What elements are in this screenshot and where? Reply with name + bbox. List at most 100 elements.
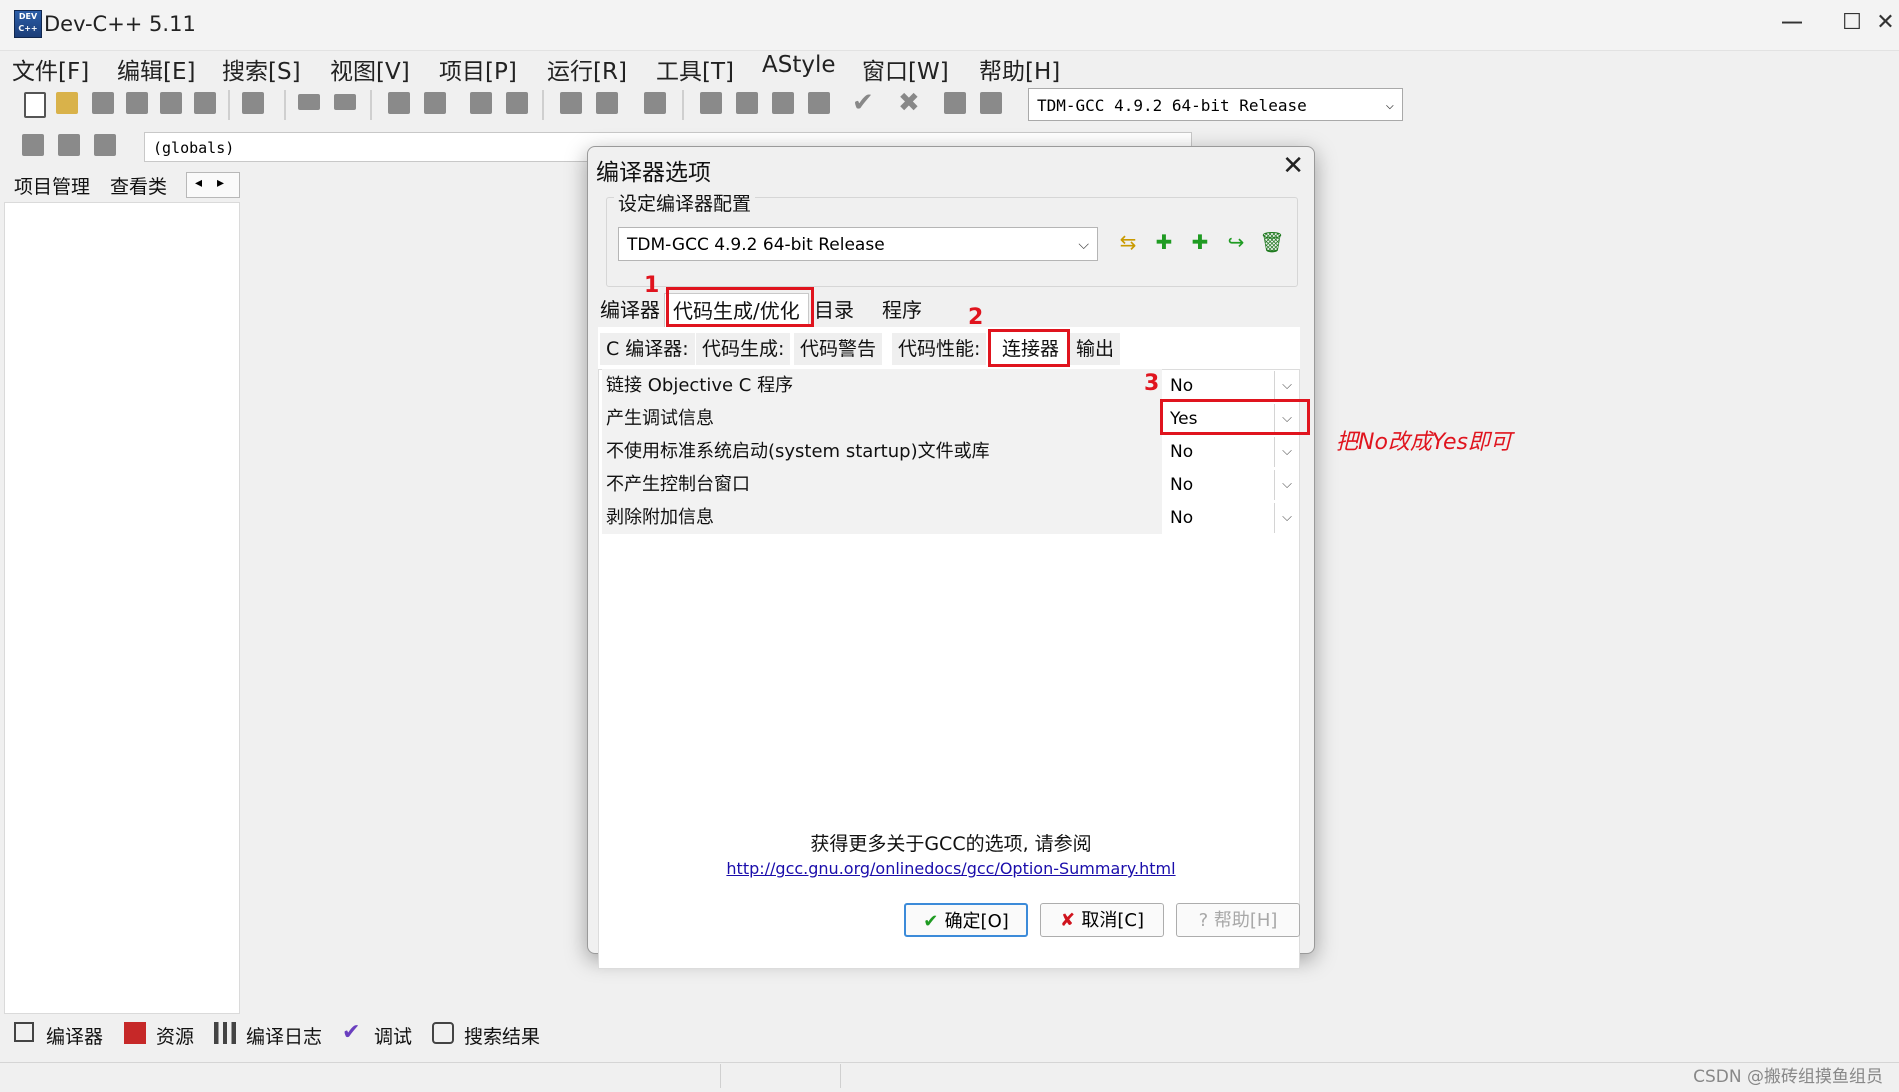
menu-search[interactable]: 搜索[S] bbox=[222, 52, 301, 86]
open-file-icon[interactable] bbox=[56, 92, 78, 114]
run-icon[interactable] bbox=[736, 92, 758, 114]
menu-tools[interactable]: 工具[T] bbox=[656, 52, 734, 86]
menu-file[interactable]: 文件[F] bbox=[12, 52, 89, 86]
check-icon[interactable]: ✔ bbox=[852, 90, 874, 116]
save-all-icon[interactable] bbox=[126, 92, 148, 114]
goto-icon[interactable] bbox=[470, 92, 492, 114]
tab-compiler[interactable]: 编译器 bbox=[46, 1022, 103, 1049]
tab-resources[interactable]: 资源 bbox=[156, 1022, 194, 1049]
new-file-icon[interactable] bbox=[24, 92, 46, 118]
cancel-button[interactable]: ✘ 取消[C] bbox=[1040, 903, 1164, 937]
close-all-icon[interactable] bbox=[194, 92, 216, 114]
chevron-down-icon[interactable]: ⌵ bbox=[1274, 470, 1299, 500]
tab-debug[interactable]: 调试 bbox=[374, 1022, 412, 1049]
row-label-no-console: 不产生控制台窗口 bbox=[602, 468, 1162, 501]
close-icon[interactable]: ✕ bbox=[1282, 151, 1304, 181]
dialog-title: 编译器选项 bbox=[596, 160, 711, 186]
annotation-number-2: 2 bbox=[968, 305, 984, 330]
subtab-c-compiler[interactable]: C 编译器: bbox=[600, 333, 695, 365]
window-title: Dev-C++ 5.11 bbox=[44, 12, 196, 36]
toolbar-separator bbox=[284, 90, 286, 120]
menu-window[interactable]: 窗口[W] bbox=[862, 52, 949, 86]
rename-config-icon[interactable]: ⇆ bbox=[1114, 227, 1142, 257]
config-group-label: 设定编译器配置 bbox=[614, 189, 756, 216]
delete-profile-icon[interactable] bbox=[980, 92, 1002, 114]
print-icon[interactable] bbox=[242, 92, 264, 114]
toggle-comment-icon[interactable] bbox=[644, 92, 666, 114]
add-empty-config-icon[interactable]: ✚ bbox=[1186, 227, 1214, 257]
row-value-no-startup[interactable]: No bbox=[1162, 437, 1274, 467]
subtab-performance[interactable]: 代码性能: bbox=[892, 333, 987, 365]
find-icon[interactable] bbox=[388, 92, 410, 114]
help-button-label: 帮助[H] bbox=[1213, 910, 1278, 931]
config-select[interactable]: TDM-GCC 4.9.2 64-bit Release ⌵ bbox=[618, 227, 1098, 261]
tab-programs[interactable]: 程序 bbox=[874, 293, 930, 327]
status-separator bbox=[840, 1064, 841, 1088]
annotation-note: 把No改成Yes即可 bbox=[1336, 430, 1512, 455]
close-window-button[interactable]: ✕ bbox=[1872, 8, 1899, 38]
compiler-select[interactable]: TDM-GCC 4.9.2 64-bit Release ⌵ bbox=[1028, 88, 1403, 121]
watermark: CSDN @搬砖组摸鱼组员 bbox=[1693, 1067, 1883, 1087]
chevron-down-icon: ⌵ bbox=[1078, 237, 1089, 253]
profile-icon[interactable] bbox=[944, 92, 966, 114]
indent-icon[interactable] bbox=[560, 92, 582, 114]
debug-check-icon: ✔ bbox=[342, 1020, 361, 1045]
chevron-down-icon[interactable]: ⌵ bbox=[1274, 371, 1299, 401]
toolbar-separator bbox=[228, 90, 230, 120]
row-value-no-console[interactable]: No bbox=[1162, 470, 1274, 500]
search-results-icon bbox=[432, 1022, 454, 1044]
insert-icon[interactable] bbox=[58, 134, 80, 156]
close-file-icon[interactable] bbox=[160, 92, 182, 114]
menu-run[interactable]: 运行[R] bbox=[547, 52, 627, 86]
stop-icon[interactable]: ✖ bbox=[898, 90, 920, 116]
compiler-options-dialog: 编译器选项 ✕ 设定编译器配置 TDM-GCC 4.9.2 64-bit Rel… bbox=[587, 146, 1315, 969]
row-label-link-objc: 链接 Objective C 程序 bbox=[602, 369, 1162, 402]
toolbar-separator bbox=[542, 90, 544, 120]
ok-button[interactable]: ✔ 确定[O] bbox=[904, 903, 1028, 937]
menu-edit[interactable]: 编辑[E] bbox=[117, 52, 195, 86]
compile-icon[interactable] bbox=[700, 92, 722, 114]
new-class-icon[interactable] bbox=[22, 134, 44, 156]
help-button[interactable]: ? 帮助[H] bbox=[1176, 903, 1300, 937]
tab-directories[interactable]: 目录 bbox=[806, 293, 862, 327]
subtab-warnings[interactable]: 代码警告 bbox=[794, 333, 883, 365]
redo-icon[interactable] bbox=[334, 94, 356, 110]
bookmark-icon[interactable] bbox=[506, 92, 528, 114]
scroll-left-icon[interactable]: ◂ bbox=[195, 175, 202, 191]
tab-compile-log[interactable]: 编译日志 bbox=[246, 1022, 322, 1049]
tab-project-manager[interactable]: 项目管理 bbox=[14, 172, 90, 199]
subtab-codegen[interactable]: 代码生成: bbox=[696, 333, 791, 365]
rebuild-icon[interactable] bbox=[808, 92, 830, 114]
redo-config-icon[interactable]: ↪ bbox=[1222, 227, 1250, 257]
unindent-icon[interactable] bbox=[596, 92, 618, 114]
tab-compiler[interactable]: 编译器 bbox=[592, 293, 668, 327]
save-icon[interactable] bbox=[92, 92, 114, 114]
tab-class-browser[interactable]: 查看类 bbox=[110, 172, 167, 199]
project-panel bbox=[4, 202, 240, 1014]
delete-config-icon[interactable]: 🗑 bbox=[1258, 227, 1286, 257]
menu-view[interactable]: 视图[V] bbox=[330, 52, 410, 86]
question-icon: ? bbox=[1198, 910, 1214, 931]
ok-button-label: 确定[O] bbox=[944, 911, 1009, 932]
add-config-icon[interactable]: ✚ bbox=[1150, 227, 1178, 257]
menu-help[interactable]: 帮助[H] bbox=[979, 52, 1060, 86]
menu-project[interactable]: 项目[P] bbox=[439, 52, 517, 86]
compile-run-icon[interactable] bbox=[772, 92, 794, 114]
annotation-number-3: 3 bbox=[1144, 371, 1160, 396]
tab-search-results[interactable]: 搜索结果 bbox=[464, 1022, 540, 1049]
config-select-value: TDM-GCC 4.9.2 64-bit Release bbox=[627, 235, 885, 255]
chevron-down-icon: ⌵ bbox=[1385, 97, 1394, 113]
undo-icon[interactable] bbox=[298, 94, 320, 110]
row-value-link-objc[interactable]: No bbox=[1162, 371, 1274, 401]
gcc-options-link[interactable]: http://gcc.gnu.org/onlinedocs/gcc/Option… bbox=[588, 859, 1314, 878]
row-value-strip[interactable]: No bbox=[1162, 503, 1274, 533]
title-bar bbox=[0, 0, 1899, 51]
menu-astyle[interactable]: AStyle bbox=[762, 52, 836, 78]
replace-icon[interactable] bbox=[424, 92, 446, 114]
chevron-down-icon[interactable]: ⌵ bbox=[1274, 503, 1299, 533]
status-bar bbox=[0, 1062, 1899, 1092]
goto-declaration-icon[interactable] bbox=[94, 134, 116, 156]
chevron-down-icon[interactable]: ⌵ bbox=[1274, 437, 1299, 467]
scroll-right-icon[interactable]: ▸ bbox=[217, 175, 224, 191]
subtab-output[interactable]: 输出 bbox=[1070, 333, 1121, 365]
